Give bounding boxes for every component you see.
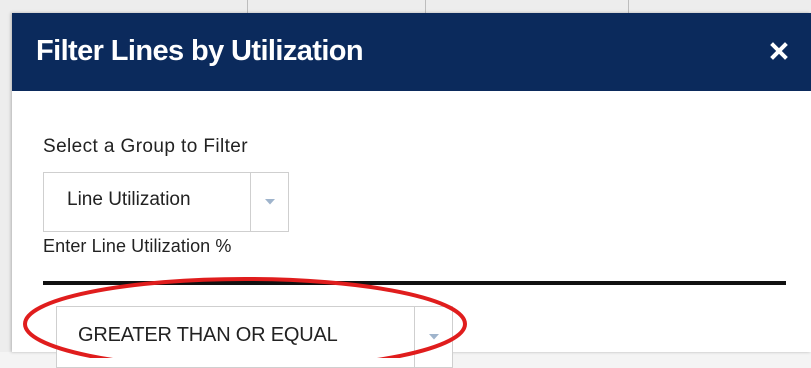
map-road-line — [628, 0, 629, 14]
map-road-line — [425, 0, 426, 14]
close-icon — [770, 42, 788, 60]
caret-down-icon — [265, 199, 275, 205]
operator-select-value: GREATER THAN OR EQUAL — [78, 324, 338, 346]
panel-title: Filter Lines by Utilization — [36, 35, 364, 67]
map-road-line — [247, 0, 248, 14]
panel-header: Filter Lines by Utilization — [12, 13, 811, 91]
utilization-label: Enter Line Utilization % — [43, 236, 232, 256]
filter-panel: Filter Lines by Utilization Select a Gro… — [12, 13, 811, 368]
group-select-value: Line Utilization — [67, 189, 191, 210]
caret-down-icon — [429, 334, 439, 340]
group-select-arrow[interactable] — [250, 173, 289, 231]
group-select[interactable]: Line Utilization — [43, 172, 289, 232]
operator-select-arrow[interactable] — [414, 307, 453, 367]
close-button[interactable] — [763, 35, 795, 67]
utilization-input-line[interactable] — [43, 281, 786, 285]
panel-body: Select a Group to Filter Line Utilizatio… — [12, 91, 811, 368]
operator-select[interactable]: GREATER THAN OR EQUAL — [56, 306, 453, 368]
group-label: Select a Group to Filter — [43, 136, 248, 157]
